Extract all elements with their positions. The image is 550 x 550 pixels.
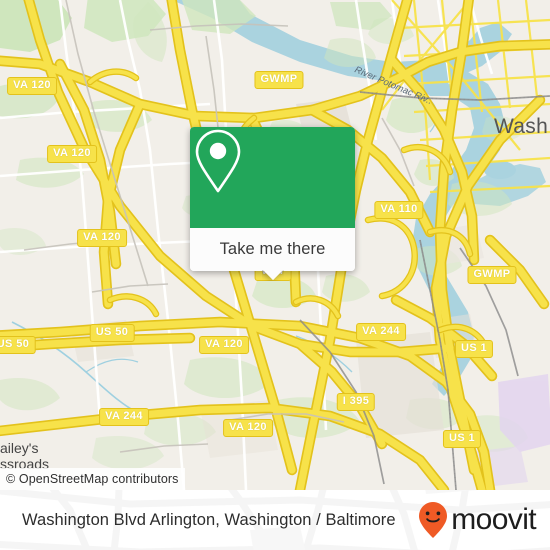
road-shield-va-110: VA 110 — [374, 201, 424, 219]
place-label-washington: Wash — [493, 115, 549, 138]
popup-tail — [262, 270, 284, 281]
road-shield-us-1: US 1 — [442, 430, 482, 448]
location-popup-card[interactable]: Take me there — [190, 127, 355, 271]
footer-bar: Washington Blvd Arlington, Washington / … — [0, 490, 550, 550]
moovit-brand-logo[interactable]: moovit — [418, 501, 537, 539]
take-me-there-button[interactable]: Take me there — [190, 228, 355, 271]
road-shield-gwmp: GWMP — [254, 71, 304, 89]
road-shield-va-244: VA 244 — [99, 408, 149, 426]
map-pin-icon — [195, 129, 241, 193]
road-shield-va-120: VA 120 — [47, 145, 97, 163]
location-title: Washington Blvd Arlington, Washington / … — [22, 510, 396, 529]
town-label-line1: ailey's — [0, 440, 39, 456]
road-shield-va-120: VA 120 — [7, 77, 57, 95]
moovit-map-share-view: River Potomac Riv.. Wash ailey's ssroads… — [0, 0, 550, 550]
road-shield-gwmp: GWMP — [467, 266, 517, 284]
road-shield-va-120: VA 120 — [199, 336, 249, 354]
osm-attribution[interactable]: © OpenStreetMap contributors — [0, 468, 185, 490]
road-shield-us-50: US 50 — [0, 336, 36, 354]
osm-attribution-text: © OpenStreetMap contributors — [6, 472, 179, 486]
popup-pin-area — [190, 127, 355, 228]
road-shield-us-50: US 50 — [89, 324, 135, 342]
road-shield-va-120: VA 120 — [223, 419, 273, 437]
road-shield-va-120: VA 120 — [77, 229, 127, 247]
moovit-wordmark: moovit — [451, 503, 536, 536]
road-shield-i-395: I 395 — [336, 393, 376, 411]
map-canvas[interactable]: River Potomac Riv.. Wash ailey's ssroads… — [0, 0, 550, 490]
moovit-smiley-pin-icon — [419, 502, 448, 538]
take-me-there-label: Take me there — [219, 240, 326, 258]
road-shield-va-244: VA 244 — [356, 323, 406, 341]
road-shield-us-1: US 1 — [454, 340, 494, 358]
